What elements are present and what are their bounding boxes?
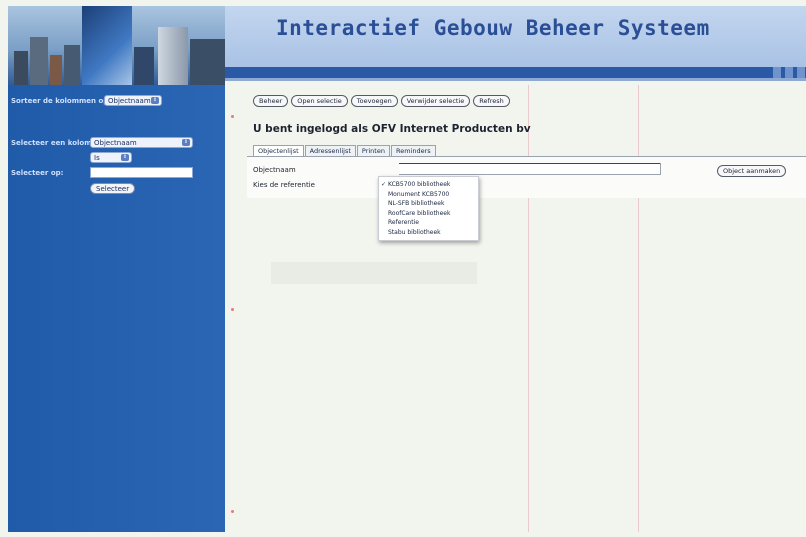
add-button[interactable]: Toevoegen bbox=[350, 95, 398, 107]
tab-reminders[interactable]: Reminders bbox=[390, 145, 436, 156]
chevron-updown-icon: ⇕ bbox=[121, 154, 129, 161]
sort-select[interactable]: Objectnaam ⇕ bbox=[104, 95, 162, 106]
tab-adressenlijst[interactable]: Adressenlijst bbox=[304, 145, 356, 156]
header-bar bbox=[225, 67, 806, 78]
sort-label: Sorteer de kolommen op: bbox=[11, 97, 112, 105]
tab-panel-objectenlijst: Objectnaam Kies de referentie Object aan… bbox=[247, 156, 806, 198]
refresh-button[interactable]: Refresh bbox=[473, 95, 510, 107]
marker-dot bbox=[231, 308, 234, 311]
open-selection-button[interactable]: Open selectie bbox=[291, 95, 348, 107]
marker-dot bbox=[231, 510, 234, 513]
dropdown-option[interactable]: ✓ KCB5700 bibliotheek bbox=[379, 180, 478, 190]
create-object-button[interactable]: Object aanmaken bbox=[717, 165, 787, 177]
dropdown-option[interactable]: RoofCare bibliotheek bbox=[379, 209, 478, 219]
empty-results-area bbox=[271, 262, 477, 284]
objectnaam-input[interactable] bbox=[399, 163, 661, 175]
dropdown-option[interactable]: Stabu bibliotheek bbox=[379, 228, 478, 238]
sort-select-value: Objectnaam bbox=[108, 97, 151, 105]
header-city-image bbox=[8, 6, 225, 85]
toolbar: Beheer Open selectie Toevoegen Verwijder… bbox=[253, 95, 510, 107]
objectnaam-label: Objectnaam bbox=[253, 166, 296, 174]
chevron-updown-icon: ⇕ bbox=[182, 139, 190, 146]
header-underline bbox=[225, 78, 806, 81]
select-on-label: Selecteer op: bbox=[11, 169, 64, 177]
column-select-value: Objectnaam bbox=[94, 139, 137, 147]
referentie-dropdown[interactable]: ✓ KCB5700 bibliotheek Monument KCB5700 N… bbox=[378, 176, 479, 241]
guide-line bbox=[638, 85, 639, 532]
tab-bar: Objectenlijst Adressenlijst Printen Remi… bbox=[253, 145, 437, 156]
chevron-updown-icon: ⇕ bbox=[151, 97, 159, 104]
tab-printen[interactable]: Printen bbox=[356, 145, 390, 156]
sidebar: Sorteer de kolommen op: Objectnaam ⇕ Sel… bbox=[8, 85, 225, 532]
app-title: Interactief Gebouw Beheer Systeem bbox=[276, 16, 710, 40]
select-on-input[interactable] bbox=[90, 167, 193, 178]
tab-objectenlijst[interactable]: Objectenlijst bbox=[253, 145, 304, 156]
select-button[interactable]: Selecteer bbox=[90, 183, 136, 194]
column-select[interactable]: Objectnaam ⇕ bbox=[90, 137, 193, 148]
remove-selection-button[interactable]: Verwijder selectie bbox=[400, 95, 471, 107]
dropdown-option[interactable]: Referentie bbox=[379, 218, 478, 228]
logged-in-message: U bent ingelogd als OFV Internet Product… bbox=[253, 123, 531, 135]
checkmark-icon: ✓ bbox=[381, 181, 387, 188]
operator-select-value: Is bbox=[94, 154, 100, 162]
beheer-button[interactable]: Beheer bbox=[253, 95, 289, 107]
referentie-label: Kies de referentie bbox=[253, 181, 315, 189]
select-column-label: Selecteer een kolom: bbox=[11, 139, 95, 147]
dropdown-option[interactable]: NL-SFB bibliotheek bbox=[379, 199, 478, 209]
marker-dot bbox=[231, 115, 234, 118]
guide-line bbox=[528, 85, 529, 532]
main-content: Beheer Open selectie Toevoegen Verwijder… bbox=[225, 85, 806, 532]
operator-select[interactable]: Is ⇕ bbox=[90, 152, 132, 163]
dropdown-option[interactable]: Monument KCB5700 bbox=[379, 190, 478, 200]
